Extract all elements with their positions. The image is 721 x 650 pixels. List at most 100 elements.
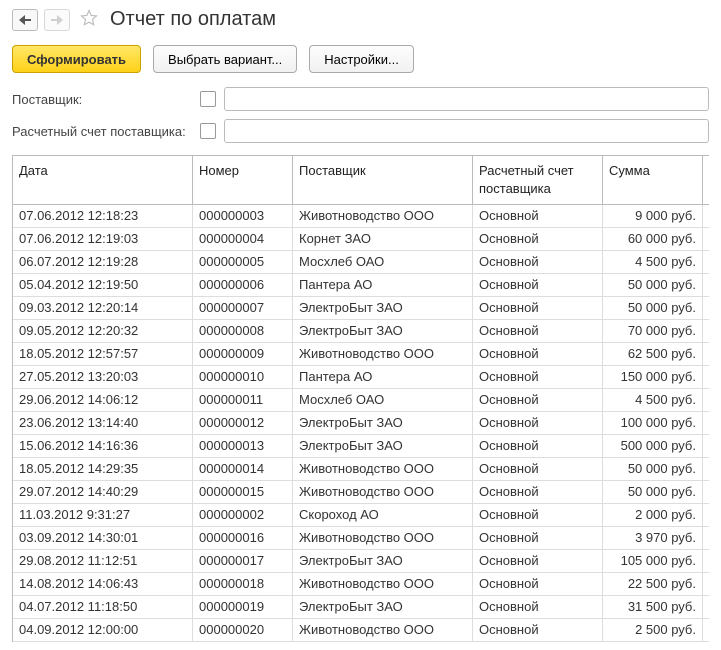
cell-number: 000000014 — [193, 458, 293, 480]
cell-account: Основной — [473, 435, 603, 457]
table-row[interactable]: 05.04.2012 12:19:50000000006Пантера АООс… — [13, 274, 709, 297]
cell-date: 29.08.2012 11:12:51 — [13, 550, 193, 572]
cell-date: 09.03.2012 12:20:14 — [13, 297, 193, 319]
nav-back-button[interactable] — [12, 9, 38, 31]
col-header-sum[interactable]: Сумма — [603, 156, 703, 204]
cell-sum: 2 500 руб. — [603, 619, 703, 641]
cell-sum: 9 000 руб. — [603, 205, 703, 227]
supplier-filter-input[interactable] — [224, 87, 709, 111]
cell-number: 000000019 — [193, 596, 293, 618]
cell-number: 000000004 — [193, 228, 293, 250]
cell-supplier: Животноводство ООО — [293, 619, 473, 641]
cell-sum: 70 000 руб. — [603, 320, 703, 342]
cell-supplier: Животноводство ООО — [293, 343, 473, 365]
cell-number: 000000008 — [193, 320, 293, 342]
cell-number: 000000010 — [193, 366, 293, 388]
table-row[interactable]: 29.06.2012 14:06:12000000011Мосхлеб ОАОО… — [13, 389, 709, 412]
table-row[interactable]: 04.07.2012 11:18:50000000019ЭлектроБыт З… — [13, 596, 709, 619]
cell-supplier: Пантера АО — [293, 366, 473, 388]
table-row[interactable]: 14.08.2012 14:06:43000000018Животноводст… — [13, 573, 709, 596]
cell-date: 04.09.2012 12:00:00 — [13, 619, 193, 641]
cell-date: 04.07.2012 11:18:50 — [13, 596, 193, 618]
arrow-right-icon — [51, 15, 63, 25]
cell-account: Основной — [473, 458, 603, 480]
cell-account: Основной — [473, 596, 603, 618]
settings-button[interactable]: Настройки... — [309, 45, 414, 73]
col-header-number[interactable]: Номер — [193, 156, 293, 204]
cell-sum: 62 500 руб. — [603, 343, 703, 365]
cell-date: 07.06.2012 12:19:03 — [13, 228, 193, 250]
nav-forward-button[interactable] — [44, 9, 70, 31]
cell-account: Основной — [473, 274, 603, 296]
cell-account: Основной — [473, 573, 603, 595]
table-row[interactable]: 29.08.2012 11:12:51000000017ЭлектроБыт З… — [13, 550, 709, 573]
cell-sum: 4 500 руб. — [603, 389, 703, 411]
table-row[interactable]: 07.06.2012 12:19:03000000004Корнет ЗАООс… — [13, 228, 709, 251]
cell-number: 000000007 — [193, 297, 293, 319]
cell-account: Основной — [473, 389, 603, 411]
cell-account: Основной — [473, 366, 603, 388]
table-row[interactable]: 18.05.2012 12:57:57000000009Животноводст… — [13, 343, 709, 366]
cell-sum: 105 000 руб. — [603, 550, 703, 572]
cell-date: 29.06.2012 14:06:12 — [13, 389, 193, 411]
table-row[interactable]: 18.05.2012 14:29:35000000014Животноводст… — [13, 458, 709, 481]
cell-number: 000000013 — [193, 435, 293, 457]
cell-supplier: Мосхлеб ОАО — [293, 251, 473, 273]
cell-date: 07.06.2012 12:18:23 — [13, 205, 193, 227]
table-row[interactable]: 09.05.2012 12:20:32000000008ЭлектроБыт З… — [13, 320, 709, 343]
table-row[interactable]: 23.06.2012 13:14:40000000012ЭлектроБыт З… — [13, 412, 709, 435]
cell-supplier: Животноводство ООО — [293, 205, 473, 227]
table-row[interactable]: 15.06.2012 14:16:36000000013ЭлектроБыт З… — [13, 435, 709, 458]
cell-date: 06.07.2012 12:19:28 — [13, 251, 193, 273]
cell-sum: 22 500 руб. — [603, 573, 703, 595]
cell-supplier: Животноводство ООО — [293, 573, 473, 595]
cell-supplier: Животноводство ООО — [293, 527, 473, 549]
table-row[interactable]: 04.09.2012 12:00:00000000020Животноводст… — [13, 619, 709, 642]
cell-sum: 60 000 руб. — [603, 228, 703, 250]
cell-sum: 50 000 руб. — [603, 481, 703, 503]
cell-sum: 50 000 руб. — [603, 458, 703, 480]
supplier-filter-checkbox[interactable] — [200, 91, 216, 107]
cell-number: 000000020 — [193, 619, 293, 641]
cell-date: 18.05.2012 12:57:57 — [13, 343, 193, 365]
col-header-supplier[interactable]: Поставщик — [293, 156, 473, 204]
cell-account: Основной — [473, 412, 603, 434]
col-header-date[interactable]: Дата — [13, 156, 193, 204]
cell-date: 15.06.2012 14:16:36 — [13, 435, 193, 457]
cell-account: Основной — [473, 228, 603, 250]
table-row[interactable]: 07.06.2012 12:18:23000000003Животноводст… — [13, 205, 709, 228]
cell-supplier: ЭлектроБыт ЗАО — [293, 320, 473, 342]
cell-date: 05.04.2012 12:19:50 — [13, 274, 193, 296]
cell-sum: 31 500 руб. — [603, 596, 703, 618]
select-variant-button[interactable]: Выбрать вариант... — [153, 45, 297, 73]
table-row[interactable]: 06.07.2012 12:19:28000000005Мосхлеб ОАОО… — [13, 251, 709, 274]
filters-panel: Поставщик: Расчетный счет поставщика: — [12, 87, 709, 143]
cell-number: 000000012 — [193, 412, 293, 434]
cell-account: Основной — [473, 619, 603, 641]
table-row[interactable]: 09.03.2012 12:20:14000000007ЭлектроБыт З… — [13, 297, 709, 320]
cell-account: Основной — [473, 550, 603, 572]
cell-supplier: Мосхлеб ОАО — [293, 389, 473, 411]
cell-number: 000000009 — [193, 343, 293, 365]
table-row[interactable]: 03.09.2012 14:30:01000000016Животноводст… — [13, 527, 709, 550]
table-row[interactable]: 29.07.2012 14:40:29000000015Животноводст… — [13, 481, 709, 504]
generate-button[interactable]: Сформировать — [12, 45, 141, 73]
cell-sum: 500 000 руб. — [603, 435, 703, 457]
cell-number: 000000002 — [193, 504, 293, 526]
cell-number: 000000011 — [193, 389, 293, 411]
col-header-account[interactable]: Расчетный счет поставщика — [473, 156, 603, 204]
account-filter-label: Расчетный счет поставщика: — [12, 124, 192, 139]
account-filter-input[interactable] — [224, 119, 709, 143]
cell-supplier: Скороход АО — [293, 504, 473, 526]
cell-number: 000000006 — [193, 274, 293, 296]
cell-sum: 4 500 руб. — [603, 251, 703, 273]
cell-account: Основной — [473, 251, 603, 273]
table-row[interactable]: 27.05.2012 13:20:03000000010Пантера АООс… — [13, 366, 709, 389]
supplier-filter-label: Поставщик: — [12, 92, 192, 107]
cell-sum: 2 000 руб. — [603, 504, 703, 526]
favorite-star-icon[interactable] — [80, 9, 98, 30]
cell-number: 000000018 — [193, 573, 293, 595]
account-filter-checkbox[interactable] — [200, 123, 216, 139]
cell-sum: 3 970 руб. — [603, 527, 703, 549]
table-row[interactable]: 11.03.2012 9:31:27000000002Скороход АООс… — [13, 504, 709, 527]
